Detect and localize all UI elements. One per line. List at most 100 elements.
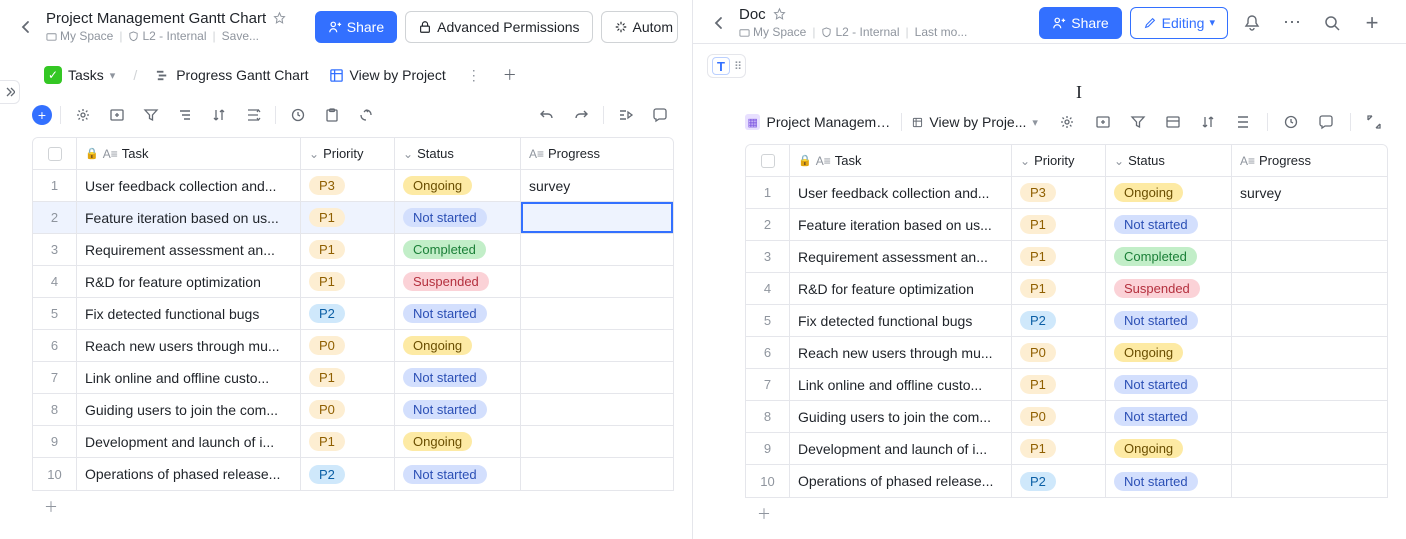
- reminder-button[interactable]: [284, 101, 312, 129]
- progress-cell[interactable]: [521, 330, 673, 361]
- group-button[interactable]: [171, 101, 199, 129]
- status-cell[interactable]: Not started: [395, 394, 521, 425]
- back-button-right[interactable]: [707, 11, 731, 35]
- embed-expand-button[interactable]: [1361, 108, 1388, 136]
- find-button[interactable]: [612, 101, 640, 129]
- progress-cell[interactable]: [1232, 401, 1387, 432]
- priority-cell[interactable]: P1: [1012, 241, 1106, 272]
- status-cell[interactable]: Not started: [395, 202, 521, 233]
- embed-row-height-button[interactable]: [1230, 108, 1257, 136]
- add-record-button[interactable]: +: [32, 105, 52, 125]
- task-cell[interactable]: Operations of phased release...: [790, 465, 1012, 497]
- sidebar-expand-button[interactable]: [0, 80, 20, 104]
- status-cell[interactable]: Not started: [395, 362, 521, 393]
- progress-cell[interactable]: survey: [1232, 177, 1387, 208]
- table-row[interactable]: 3Requirement assessment an...P1Completed: [746, 241, 1387, 273]
- table-row[interactable]: 10Operations of phased release...P2Not s…: [746, 465, 1387, 497]
- task-cell[interactable]: User feedback collection and...: [77, 170, 301, 201]
- progress-cell[interactable]: [521, 234, 673, 265]
- add-tab-button[interactable]: ＋: [496, 61, 524, 89]
- embed-reminder-button[interactable]: [1278, 108, 1305, 136]
- table-row[interactable]: 1User feedback collection and...P3Ongoin…: [746, 177, 1387, 209]
- embed-source-title[interactable]: ▦ Project Manageme...: [745, 114, 891, 130]
- progress-cell[interactable]: [1232, 465, 1387, 497]
- table-row[interactable]: 2Feature iteration based on us...P1Not s…: [746, 209, 1387, 241]
- embed-comment-button[interactable]: [1313, 108, 1340, 136]
- progress-cell[interactable]: [1232, 433, 1387, 464]
- status-cell[interactable]: Not started: [1106, 401, 1232, 432]
- priority-cell[interactable]: P1: [301, 426, 395, 457]
- task-cell[interactable]: Link online and offline custo...: [77, 362, 301, 393]
- table-row[interactable]: 10Operations of phased release...P2Not s…: [33, 458, 673, 490]
- progress-cell[interactable]: [521, 362, 673, 393]
- select-all-checkbox-right[interactable]: [761, 154, 775, 168]
- progress-cell[interactable]: [1232, 273, 1387, 304]
- share-view-button[interactable]: [352, 101, 380, 129]
- status-cell[interactable]: Not started: [1106, 369, 1232, 400]
- table-row[interactable]: 8Guiding users to join the com...P0Not s…: [33, 394, 673, 426]
- status-cell[interactable]: Ongoing: [395, 170, 521, 201]
- tab-more-button[interactable]: ⋮: [460, 61, 488, 89]
- embed-filter-button[interactable]: [1124, 108, 1151, 136]
- column-header-status[interactable]: ⌄Status: [395, 138, 521, 169]
- task-cell[interactable]: Reach new users through mu...: [790, 337, 1012, 368]
- table-row[interactable]: 5Fix detected functional bugsP2Not start…: [746, 305, 1387, 337]
- redo-button[interactable]: [567, 101, 595, 129]
- task-cell[interactable]: Link online and offline custo...: [790, 369, 1012, 400]
- filter-button[interactable]: [137, 101, 165, 129]
- editing-mode-button[interactable]: Editing ▾: [1130, 7, 1228, 39]
- table-row[interactable]: 1User feedback collection and...P3Ongoin…: [33, 170, 673, 202]
- table-row[interactable]: 4R&D for feature optimizationP1Suspended: [33, 266, 673, 298]
- priority-cell[interactable]: P1: [1012, 209, 1106, 240]
- status-cell[interactable]: Suspended: [395, 266, 521, 297]
- progress-cell[interactable]: [521, 394, 673, 425]
- column-header-progress-right[interactable]: A≡Progress: [1232, 145, 1387, 176]
- embed-group-button[interactable]: [1159, 108, 1186, 136]
- select-all-checkbox[interactable]: [48, 147, 62, 161]
- priority-cell[interactable]: P0: [301, 330, 395, 361]
- status-cell[interactable]: Not started: [1106, 465, 1232, 497]
- tab-view-by-project[interactable]: View by Project: [323, 63, 452, 87]
- task-cell[interactable]: Fix detected functional bugs: [77, 298, 301, 329]
- star-button-right[interactable]: [772, 7, 787, 22]
- priority-cell[interactable]: P1: [301, 362, 395, 393]
- progress-cell[interactable]: [1232, 369, 1387, 400]
- text-block-handle[interactable]: T ⠿: [707, 54, 746, 78]
- automation-button[interactable]: Autom: [601, 11, 678, 43]
- table-row[interactable]: 4R&D for feature optimizationP1Suspended: [746, 273, 1387, 305]
- progress-cell[interactable]: [1232, 305, 1387, 336]
- priority-cell[interactable]: P2: [1012, 305, 1106, 336]
- priority-cell[interactable]: P1: [301, 266, 395, 297]
- status-cell[interactable]: Completed: [1106, 241, 1232, 272]
- task-cell[interactable]: Requirement assessment an...: [77, 234, 301, 265]
- task-cell[interactable]: Operations of phased release...: [77, 458, 301, 490]
- back-button[interactable]: [14, 15, 38, 39]
- comment-button[interactable]: [318, 101, 346, 129]
- task-cell[interactable]: Requirement assessment an...: [790, 241, 1012, 272]
- status-cell[interactable]: Ongoing: [395, 426, 521, 457]
- status-cell[interactable]: Suspended: [1106, 273, 1232, 304]
- progress-cell[interactable]: [521, 458, 673, 490]
- settings-button[interactable]: [69, 101, 97, 129]
- star-button[interactable]: [272, 11, 287, 26]
- security-level[interactable]: L2 - Internal: [128, 29, 206, 43]
- task-cell[interactable]: User feedback collection and...: [790, 177, 1012, 208]
- tab-gantt[interactable]: Progress Gantt Chart: [149, 63, 314, 87]
- new-button[interactable]: +: [1356, 7, 1388, 39]
- priority-cell[interactable]: P0: [1012, 401, 1106, 432]
- share-button-right[interactable]: Share: [1039, 7, 1121, 39]
- share-button[interactable]: Share: [315, 11, 397, 43]
- row-height-button[interactable]: [239, 101, 267, 129]
- task-cell[interactable]: Guiding users to join the com...: [790, 401, 1012, 432]
- table-row[interactable]: 6Reach new users through mu...P0Ongoing: [33, 330, 673, 362]
- add-row-button[interactable]: ＋: [32, 491, 674, 523]
- table-row[interactable]: 3Requirement assessment an...P1Completed: [33, 234, 673, 266]
- priority-cell[interactable]: P1: [1012, 433, 1106, 464]
- column-header-priority-right[interactable]: ⌄Priority: [1012, 145, 1106, 176]
- priority-cell[interactable]: P2: [1012, 465, 1106, 497]
- status-cell[interactable]: Not started: [395, 298, 521, 329]
- table-row[interactable]: 7Link online and offline custo...P1Not s…: [33, 362, 673, 394]
- column-header-priority[interactable]: ⌄Priority: [301, 138, 395, 169]
- embed-sort-button[interactable]: [1194, 108, 1221, 136]
- task-cell[interactable]: R&D for feature optimization: [790, 273, 1012, 304]
